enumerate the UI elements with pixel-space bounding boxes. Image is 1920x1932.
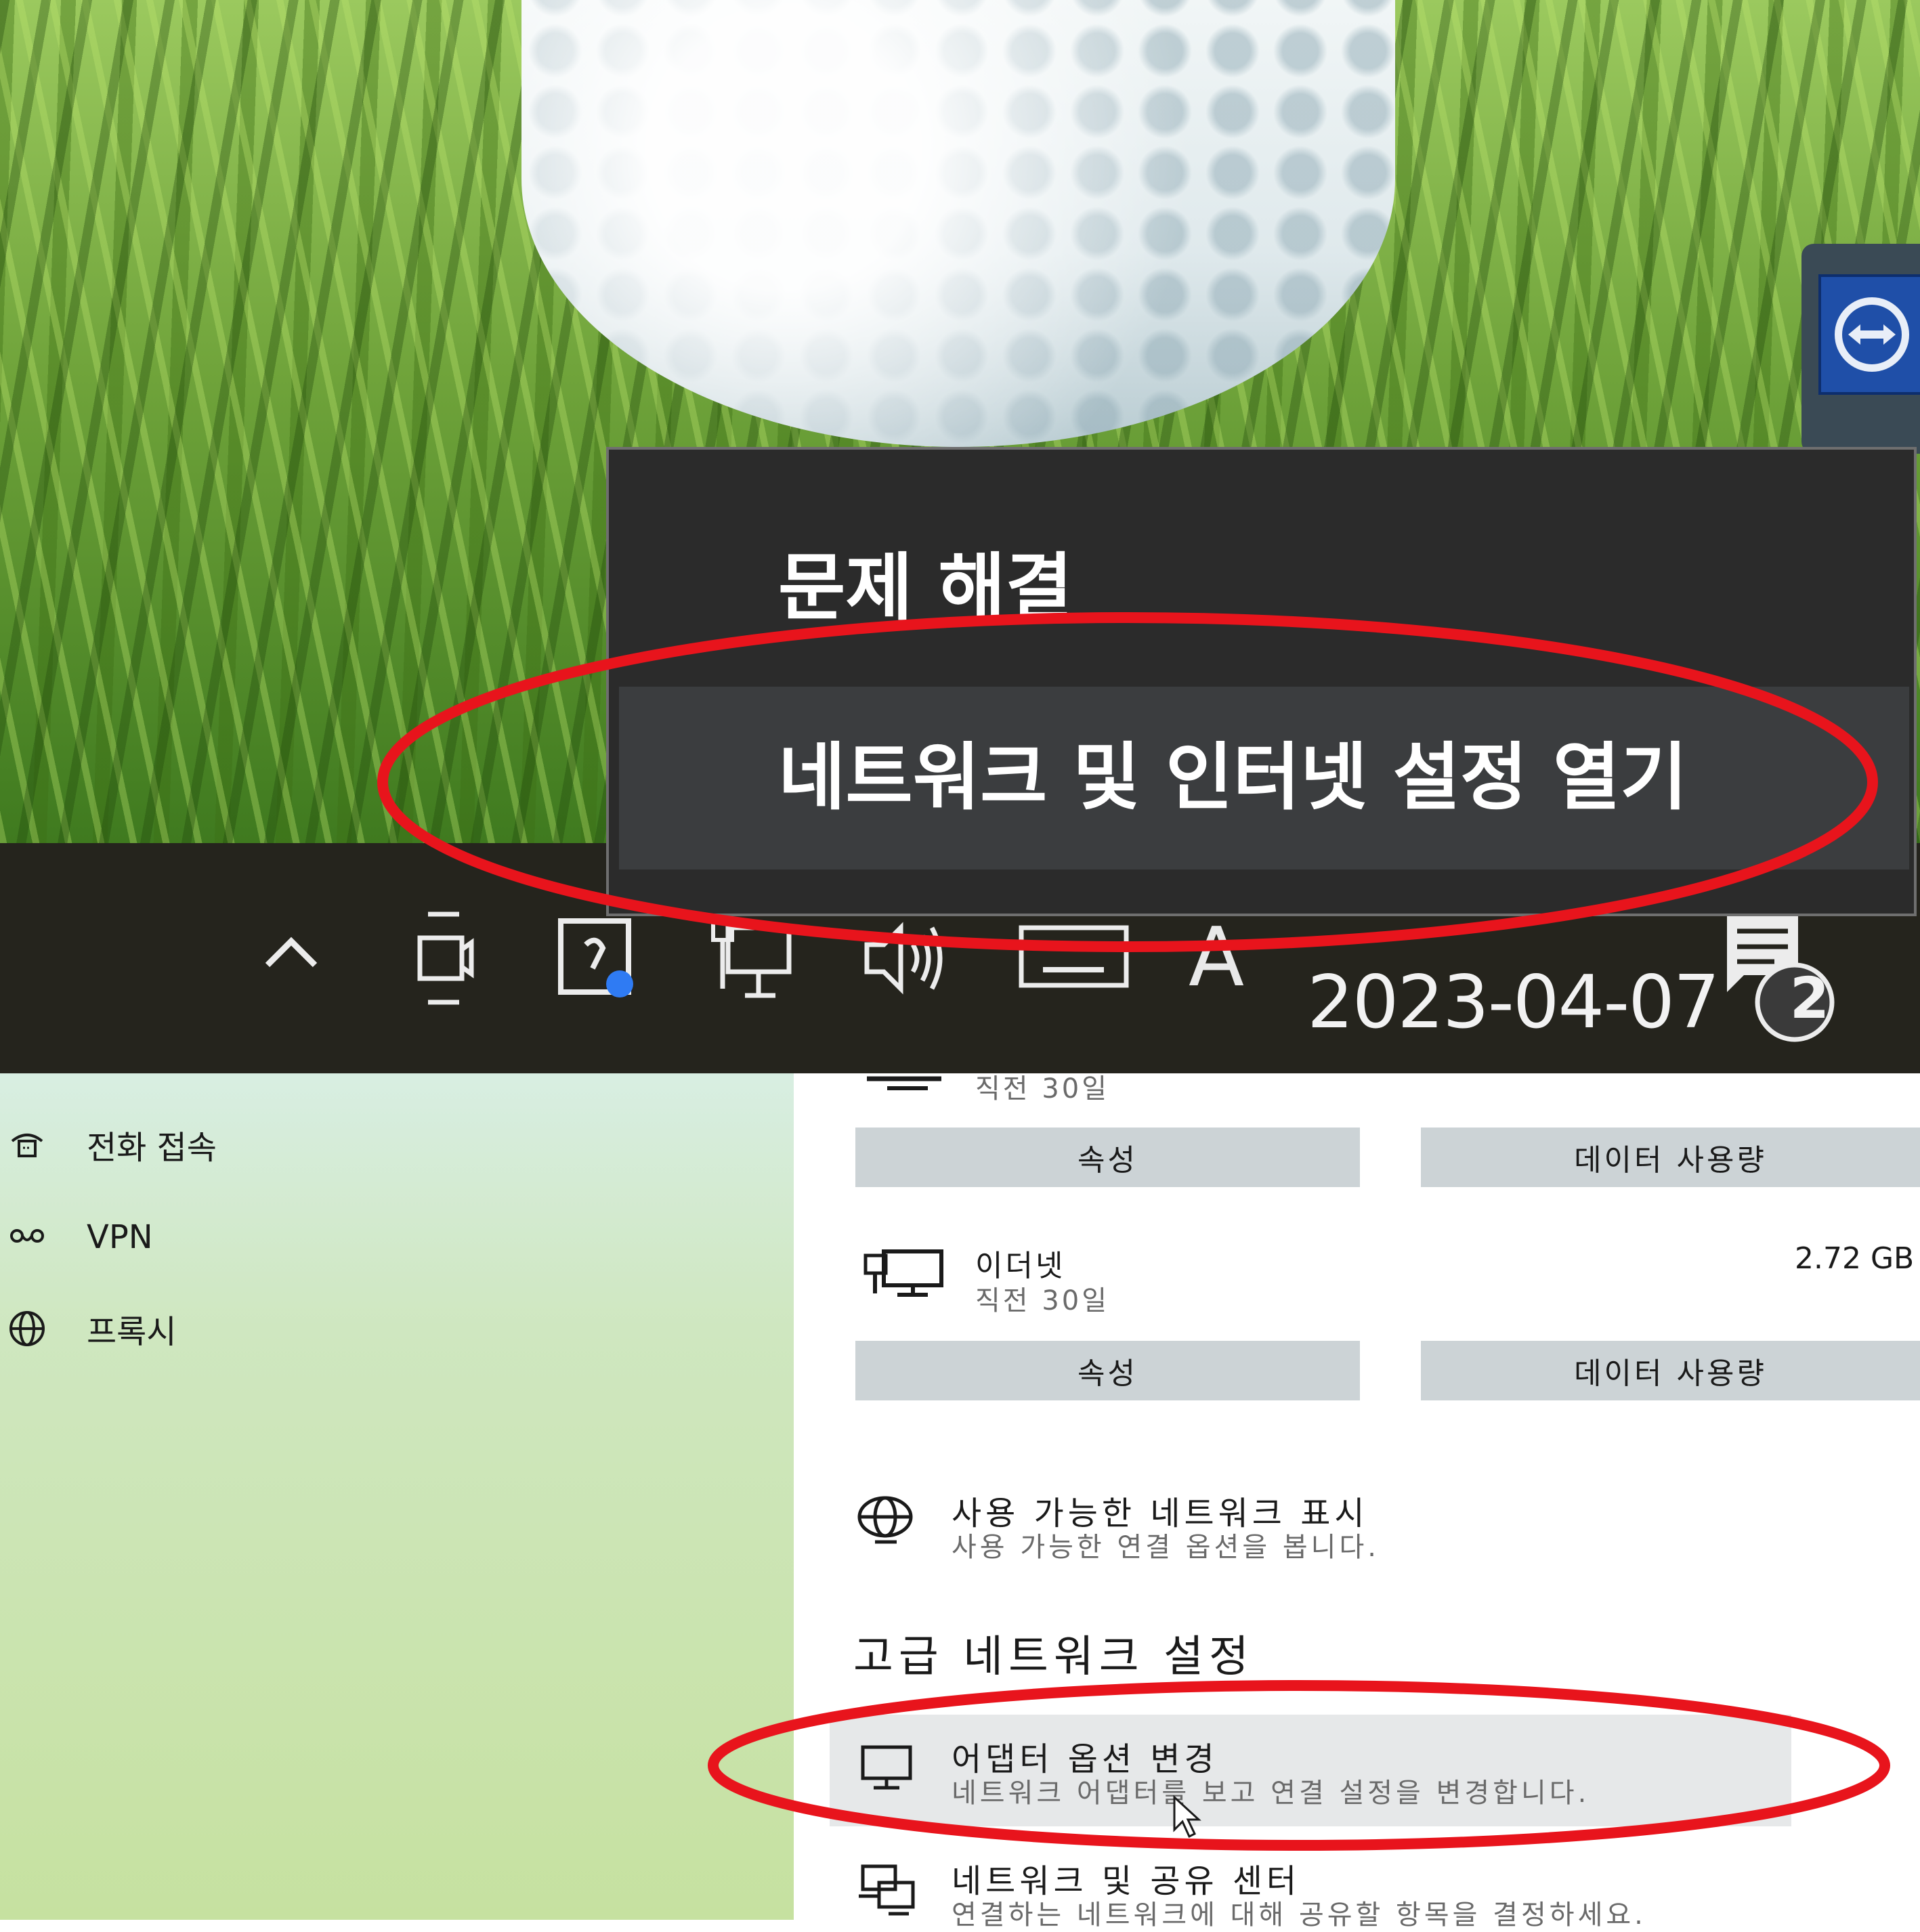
ime-icon[interactable]: A — [1189, 911, 1244, 1005]
advanced-network-heading: 고급 네트워크 설정 — [853, 1632, 1254, 1682]
settings-sidebar — [0, 1073, 794, 1920]
network-top-subtitle: 직전 30일 — [975, 1073, 1110, 1104]
notification-count-badge: 2 — [1789, 965, 1830, 1031]
clock-date[interactable]: 2023-04-07 — [1307, 960, 1720, 1045]
properties-button[interactable]: 속성 — [855, 1341, 1360, 1400]
sidebar-item-proxy[interactable]: 프록시 — [0, 1302, 176, 1356]
volume-icon[interactable] — [860, 907, 948, 1012]
teamviewer-icon[interactable] — [1818, 274, 1920, 395]
ethernet-data-size: 2.72 GB — [1795, 1241, 1915, 1276]
data-usage-button[interactable]: 데이터 사용량 — [1421, 1128, 1920, 1187]
golf-ball-image — [521, 0, 1395, 447]
adapter-icon — [855, 1740, 919, 1797]
sidebar-item-label: VPN — [87, 1218, 153, 1256]
menu-item-troubleshoot[interactable]: 문제 해결 — [609, 538, 1914, 639]
ethernet-icon — [860, 1246, 948, 1303]
app-icon[interactable] — [555, 907, 637, 1012]
sharing-center-icon — [855, 1861, 919, 1921]
sidebar-item-vpn[interactable]: VPN — [0, 1210, 153, 1264]
data-usage-button[interactable]: 데이터 사용량 — [1421, 1341, 1920, 1400]
network-context-menu: 문제 해결 네트워크 및 인터넷 설정 열기 — [606, 447, 1917, 916]
properties-button[interactable]: 속성 — [855, 1128, 1360, 1187]
chevron-up-icon[interactable] — [257, 907, 325, 991]
camera-icon[interactable] — [413, 907, 474, 1012]
vpn-icon — [0, 1224, 54, 1251]
network-icon[interactable] — [708, 907, 796, 1012]
show-networks-desc: 사용 가능한 연결 옵션을 봅니다. — [952, 1532, 1380, 1563]
menu-item-open-network-settings[interactable]: 네트워크 및 인터넷 설정 열기 — [619, 687, 1909, 870]
sharing-center-desc: 연결하는 네트워크에 대해 공유할 항목을 결정하세요. — [952, 1899, 1646, 1931]
mouse-cursor-icon — [1172, 1795, 1206, 1845]
dialup-icon — [0, 1128, 54, 1161]
adapter-options-desc: 네트워크 어댑터를 보고 연결 설정을 변경합니다. — [952, 1778, 1590, 1809]
sidebar-item-label: 프록시 — [87, 1313, 177, 1351]
sidebar-item-dialup[interactable]: 전화 접속 — [0, 1117, 217, 1172]
ethernet-subtitle: 직전 30일 — [975, 1285, 1110, 1316]
keyboard-icon[interactable] — [1016, 907, 1131, 1012]
ethernet-top-icon — [860, 1073, 948, 1096]
globe-icon — [0, 1308, 54, 1349]
sidebar-item-label: 전화 접속 — [87, 1129, 217, 1167]
globe-network-icon — [855, 1493, 919, 1550]
